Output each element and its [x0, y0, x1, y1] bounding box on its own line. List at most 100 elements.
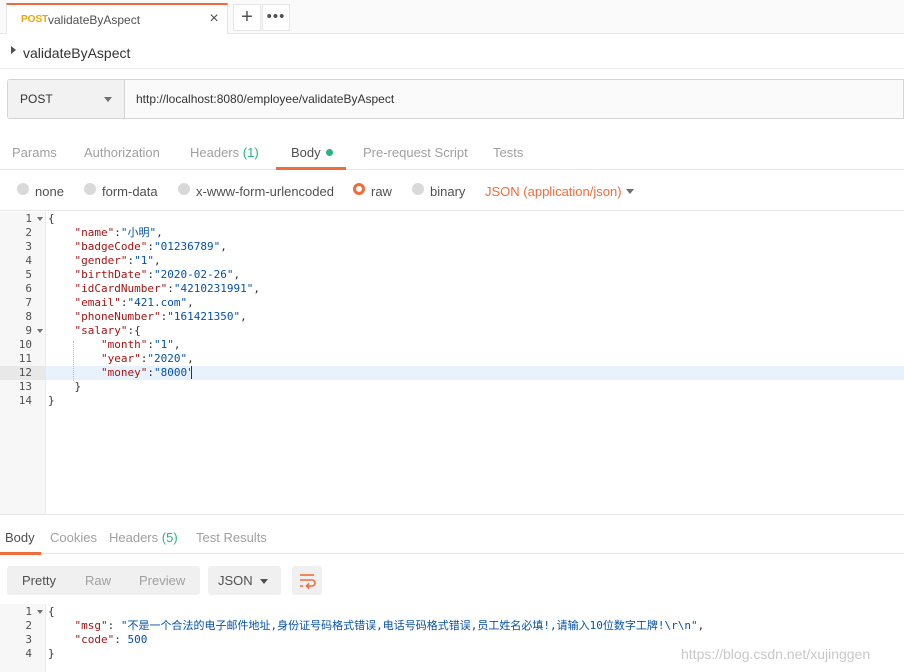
code-text[interactable]: "year":"2020", — [46, 352, 904, 366]
code-line: 11 "year":"2020", — [0, 352, 904, 366]
tab-body[interactable]: Body — [291, 145, 333, 160]
radio-binary-label[interactable]: binary — [430, 184, 465, 199]
code-line: 2 "name":"小明", — [0, 226, 904, 240]
request-tabs: Params Authorization Headers (1) Body Pr… — [0, 130, 904, 170]
code-text[interactable]: "msg": "不是一个合法的电子邮件地址,身份证号码格式错误,电话号码格式错误… — [46, 619, 904, 633]
code-line: 1{ — [0, 605, 904, 619]
request-body-editor[interactable]: 1{2 "name":"小明", 3 "badgeCode":"01236789"… — [0, 212, 904, 514]
line-number-area: 12 — [0, 366, 46, 380]
wrap-lines-button[interactable] — [292, 566, 322, 595]
tab-label: Body — [291, 145, 321, 160]
tab-label: Tests — [493, 145, 524, 160]
line-number-area: 1 — [0, 605, 46, 619]
format-select[interactable]: JSON — [208, 566, 281, 595]
line-number: 3 — [25, 633, 32, 646]
code-line: 2 "msg": "不是一个合法的电子邮件地址,身份证号码格式错误,电话号码格式… — [0, 619, 904, 633]
code-line: 1{ — [0, 212, 904, 226]
line-number: 10 — [18, 338, 32, 351]
line-number: 4 — [25, 647, 32, 660]
code-line: 3 "badgeCode":"01236789", — [0, 240, 904, 254]
request-title[interactable]: validateByAspect — [23, 45, 130, 61]
line-number-area: 7 — [0, 296, 46, 310]
tab-cookies[interactable]: Cookies — [50, 530, 97, 545]
content-type-select[interactable]: JSON (application/json) — [485, 184, 622, 199]
code-text[interactable]: } — [46, 380, 904, 394]
headers-count: (5) — [161, 530, 178, 545]
request-tab[interactable]: POST validateByAspect × — [6, 3, 228, 34]
tab-authorization[interactable]: Authorization — [84, 145, 160, 160]
radio-form-data[interactable] — [84, 183, 96, 195]
add-tab-button[interactable]: + — [233, 4, 261, 31]
code-text[interactable]: "name":"小明", — [46, 226, 904, 240]
tab-label: Authorization — [84, 145, 160, 160]
tab-tests[interactable]: Tests — [493, 145, 523, 160]
request-name-row: validateByAspect — [0, 35, 904, 69]
code-text[interactable]: "salary":{ — [46, 324, 904, 338]
radio-none[interactable] — [17, 183, 29, 195]
raw-button[interactable]: Raw — [85, 573, 111, 588]
code-text[interactable]: "email":"421.com", — [46, 296, 904, 310]
radio-none-label[interactable]: none — [35, 184, 64, 199]
radio-form-data-label[interactable]: form-data — [102, 184, 158, 199]
chevron-down-icon[interactable] — [626, 189, 634, 194]
line-number-area: 10 — [0, 338, 46, 352]
code-text[interactable]: "phoneNumber":"161421350", — [46, 310, 904, 324]
code-text[interactable]: "idCardNumber":"4210231991", — [46, 282, 904, 296]
line-number-area: 2 — [0, 619, 46, 633]
fold-arrow-icon[interactable] — [37, 610, 43, 614]
radio-binary[interactable] — [412, 183, 424, 195]
tab-label: Body — [5, 530, 35, 545]
code-text[interactable]: "badgeCode":"01236789", — [46, 240, 904, 254]
tab-params[interactable]: Params — [12, 145, 57, 160]
tab-label: Headers — [109, 530, 159, 545]
code-text[interactable]: "month":"1", — [46, 338, 904, 352]
code-text[interactable]: } — [46, 394, 904, 408]
radio-urlencoded[interactable] — [178, 183, 190, 195]
line-number: 6 — [25, 282, 32, 295]
body-type-options: none form-data x-www-form-urlencoded raw… — [0, 171, 904, 211]
radio-urlencoded-label[interactable]: x-www-form-urlencoded — [196, 184, 334, 199]
line-number: 5 — [25, 268, 32, 281]
line-number: 4 — [25, 254, 32, 267]
tab-headers[interactable]: Headers (1) — [190, 145, 259, 160]
tab-response-headers[interactable]: Headers (5) — [109, 530, 178, 545]
pretty-button[interactable]: Pretty — [22, 573, 56, 588]
tab-pre-request-script[interactable]: Pre-request Script — [363, 145, 468, 160]
tab-test-results[interactable]: Test Results — [196, 530, 267, 545]
modified-dot-icon — [325, 149, 333, 156]
line-number: 2 — [25, 226, 32, 239]
chevron-down-icon — [104, 97, 112, 102]
code-text[interactable]: "money":"8000" — [46, 366, 904, 380]
tab-label: Headers — [190, 145, 240, 160]
code-line: 10 "month":"1", — [0, 338, 904, 352]
code-text[interactable]: { — [46, 605, 904, 619]
line-number-area: 14 — [0, 394, 46, 408]
close-icon[interactable]: × — [206, 10, 222, 28]
method-select[interactable]: POST — [8, 80, 125, 118]
caret-right-icon[interactable] — [11, 46, 16, 54]
url-input[interactable]: http://localhost:8080/employee/validateB… — [136, 92, 394, 106]
line-number: 8 — [25, 310, 32, 323]
tab-response-body[interactable]: Body — [5, 530, 35, 545]
fold-arrow-icon[interactable] — [37, 329, 43, 333]
line-number: 11 — [18, 352, 32, 365]
code-text[interactable]: { — [46, 212, 904, 226]
code-line: 3 "code": 500 — [0, 633, 904, 647]
line-number: 3 — [25, 240, 32, 253]
line-number: 13 — [18, 380, 32, 393]
view-mode-group: Pretty Raw Preview — [7, 566, 200, 595]
code-line: 8 "phoneNumber":"161421350", — [0, 310, 904, 324]
radio-raw[interactable] — [353, 183, 365, 195]
line-number: 9 — [25, 324, 32, 337]
radio-raw-label[interactable]: raw — [371, 184, 392, 199]
code-line: 13 } — [0, 380, 904, 394]
code-text[interactable]: "gender":"1", — [46, 254, 904, 268]
fold-arrow-icon[interactable] — [37, 217, 43, 221]
preview-button[interactable]: Preview — [139, 573, 185, 588]
line-number: 1 — [25, 605, 32, 618]
code-line: 12 "money":"8000" — [0, 366, 904, 380]
more-icon[interactable]: ••• — [262, 4, 290, 31]
code-text[interactable]: "code": 500 — [46, 633, 904, 647]
line-number-area: 3 — [0, 633, 46, 647]
code-text[interactable]: "birthDate":"2020-02-26", — [46, 268, 904, 282]
